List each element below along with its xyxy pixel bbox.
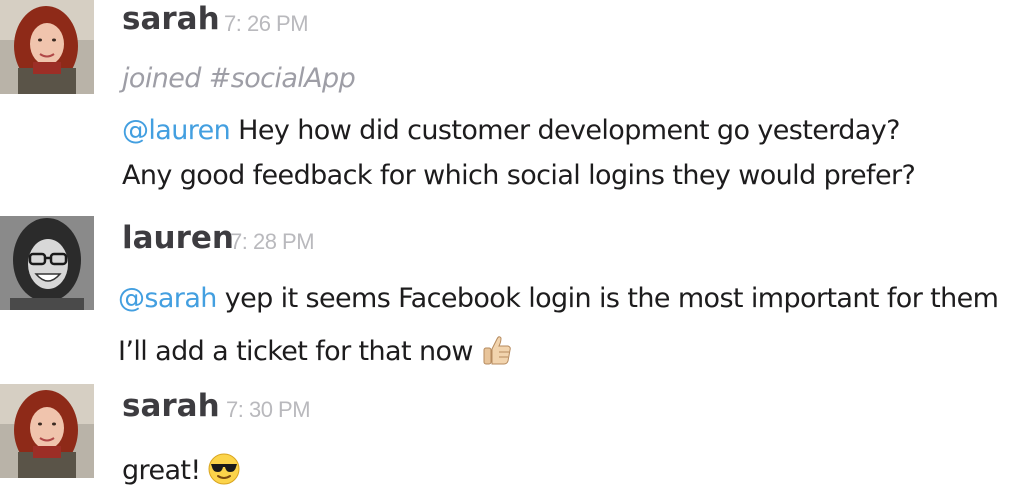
sunglasses-face-icon bbox=[207, 452, 241, 486]
timestamp[interactable]: 7: 30 PM bbox=[226, 397, 311, 423]
username-sarah[interactable]: sarah bbox=[122, 1, 220, 37]
message-text: Any good feedback for which social login… bbox=[122, 160, 916, 191]
avatar-sarah-image bbox=[0, 384, 94, 478]
join-notice: joined #socialApp bbox=[122, 63, 356, 94]
username-lauren[interactable]: lauren bbox=[122, 220, 234, 256]
avatar-sarah-image bbox=[0, 0, 94, 94]
message-text: I’ll add a ticket for that now bbox=[118, 336, 473, 367]
timestamp[interactable]: 7: 26 PM bbox=[224, 11, 309, 37]
mention-link[interactable]: @lauren bbox=[122, 115, 231, 146]
message-line: I’ll add a ticket for that now bbox=[118, 333, 513, 368]
message-text: great! bbox=[122, 455, 201, 486]
avatar-lauren[interactable] bbox=[0, 216, 94, 310]
message-line: Any good feedback for which social login… bbox=[122, 160, 916, 192]
message-line: @lauren Hey how did customer development… bbox=[122, 115, 900, 147]
message-line: great! bbox=[122, 452, 241, 487]
avatar-lauren-image bbox=[0, 216, 94, 310]
thumbs-up-icon bbox=[479, 333, 513, 367]
message-line: @sarah yep it seems Facebook login is th… bbox=[118, 283, 999, 315]
message-text: yep it seems Facebook login is the most … bbox=[216, 283, 999, 314]
username-sarah[interactable]: sarah bbox=[122, 388, 220, 424]
timestamp[interactable]: 7: 28 PM bbox=[230, 229, 315, 255]
avatar-sarah[interactable] bbox=[0, 384, 94, 478]
mention-link[interactable]: @sarah bbox=[118, 283, 217, 314]
avatar-sarah[interactable] bbox=[0, 0, 94, 94]
message-text: Hey how did customer development go yest… bbox=[230, 115, 900, 146]
